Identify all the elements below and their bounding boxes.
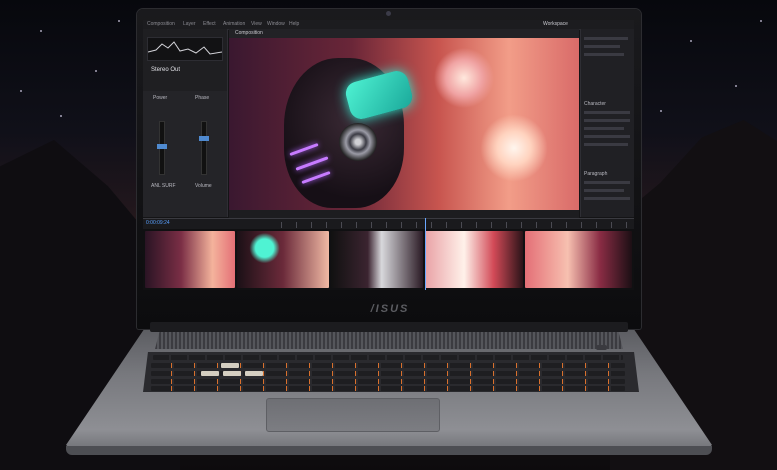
clip-thumbnail[interactable]: [525, 231, 632, 288]
menu-effect[interactable]: Effect: [203, 21, 216, 27]
power-button[interactable]: [596, 345, 607, 350]
audio-panel: Stereo Out Power Phase ANL SURF Volume: [143, 29, 228, 217]
character-section: Character: [584, 101, 606, 107]
laptop-screen: Composition Layer Effect Animation View …: [143, 20, 634, 290]
right-volume-slider[interactable]: [199, 121, 209, 175]
slider-right-label: Phase: [195, 95, 210, 101]
workspace-label[interactable]: Workspace: [543, 21, 568, 27]
menu-help[interactable]: Help: [289, 21, 299, 27]
paragraph-section: Paragraph: [584, 171, 608, 177]
time-ruler[interactable]: [281, 222, 631, 228]
tab-composition[interactable]: Composition: [235, 30, 263, 36]
webcam-icon: [386, 11, 391, 16]
composition-viewer[interactable]: [229, 38, 579, 210]
viewer-controls: [229, 210, 579, 218]
viewer-tab-bar: Composition: [229, 29, 579, 38]
bottom-left-label: ANL SURF: [151, 183, 176, 189]
clip-thumbnail[interactable]: [331, 231, 423, 288]
properties-panel: Character Paragraph: [580, 29, 634, 217]
bottom-right-label: Volume: [195, 183, 212, 189]
slider-left-label: Power: [153, 95, 168, 101]
playhead[interactable]: [425, 218, 426, 290]
mixer-section: Power Phase ANL SURF Volume: [143, 91, 227, 217]
waveform-display: [147, 37, 223, 61]
asus-logo: /ISUS: [370, 303, 410, 315]
clip-thumbnail[interactable]: [145, 231, 235, 288]
menu-composition[interactable]: Composition: [147, 21, 175, 27]
speaker-grille: [155, 331, 623, 349]
hinge: [150, 322, 628, 332]
key-s[interactable]: [223, 371, 241, 376]
menu-animation[interactable]: Animation: [223, 21, 245, 27]
waveform-icon: [147, 41, 223, 55]
laptop-front-edge: [66, 446, 712, 455]
left-volume-slider[interactable]: [157, 121, 167, 175]
preset-name: Stereo Out: [151, 67, 181, 73]
menu-layer[interactable]: Layer: [183, 21, 196, 27]
touchpad[interactable]: [266, 398, 440, 432]
respirator-mask: [339, 123, 377, 161]
key-a[interactable]: [201, 371, 219, 376]
timeline-filmstrip[interactable]: [143, 229, 634, 290]
timecode[interactable]: 0:00:09:24: [146, 220, 170, 226]
menu-view[interactable]: View: [251, 21, 262, 27]
keyboard: [143, 352, 639, 392]
menu-window[interactable]: Window: [267, 21, 285, 27]
key-w[interactable]: [221, 363, 239, 368]
key-d[interactable]: [245, 371, 263, 376]
clip-thumbnail[interactable]: [237, 231, 329, 288]
clip-thumbnail[interactable]: [425, 231, 523, 288]
